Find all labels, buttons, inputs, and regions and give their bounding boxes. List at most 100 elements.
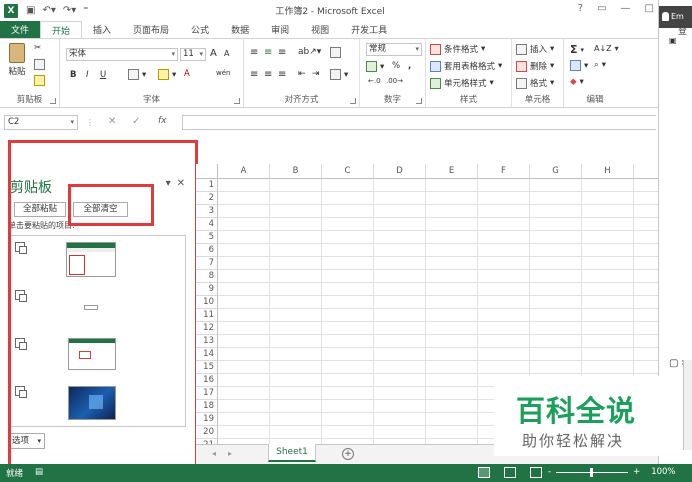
help-button[interactable]: ? xyxy=(578,3,583,14)
decrease-decimal-icon[interactable]: .00→ xyxy=(386,77,403,85)
row-header[interactable]: 7 xyxy=(196,257,218,270)
clear-button[interactable]: ◆ ▾ xyxy=(570,77,584,87)
increase-decimal-icon[interactable]: ←.0 xyxy=(368,77,381,85)
page-layout-view-icon[interactable] xyxy=(504,467,516,478)
tab-formulas[interactable]: 公式 xyxy=(180,21,220,38)
font-color-button[interactable]: A xyxy=(184,69,190,79)
cancel-icon[interactable]: ✕ xyxy=(108,116,116,127)
column-header[interactable]: A xyxy=(218,164,270,179)
conditional-format-button[interactable]: 条件格式 ▾ xyxy=(430,43,485,55)
row-header[interactable]: 13 xyxy=(196,335,218,348)
row-header[interactable]: 14 xyxy=(196,348,218,361)
sheet-prev-icon[interactable]: ◂ xyxy=(212,449,216,458)
column-header[interactable]: G xyxy=(530,164,582,179)
column-header[interactable]: F xyxy=(478,164,530,179)
row-header[interactable]: 12 xyxy=(196,322,218,335)
bold-button[interactable]: B xyxy=(70,70,76,80)
zoom-out-button[interactable]: - xyxy=(548,467,551,477)
decrease-indent-icon[interactable]: ⇤ xyxy=(298,69,306,79)
fill-color-icon[interactable]: ▾ xyxy=(158,69,176,80)
column-header[interactable]: D xyxy=(374,164,426,179)
format-cells-button[interactable]: 格式 ▾ xyxy=(516,77,554,89)
row-header[interactable]: 4 xyxy=(196,218,218,231)
row-header[interactable]: 5 xyxy=(196,231,218,244)
row-header[interactable]: 8 xyxy=(196,270,218,283)
underline-button[interactable]: U xyxy=(100,70,106,80)
column-header[interactable]: B xyxy=(270,164,322,179)
format-as-table-button[interactable]: 套用表格格式 ▾ xyxy=(430,60,502,72)
row-header[interactable]: 19 xyxy=(196,413,218,426)
row-header[interactable]: 1 xyxy=(196,179,218,192)
tab-insert[interactable]: 插入 xyxy=(82,21,122,38)
row-header[interactable]: 10 xyxy=(196,296,218,309)
maximize-button[interactable]: □ xyxy=(645,3,654,14)
number-format-combo[interactable]: 常规 xyxy=(366,43,422,56)
select-all-corner[interactable] xyxy=(196,164,218,179)
align-bottom-icon[interactable]: ≡ xyxy=(278,47,286,58)
tab-file[interactable]: 文件 xyxy=(0,21,40,38)
border-icon[interactable]: ▾ xyxy=(128,69,146,80)
row-header[interactable]: 17 xyxy=(196,387,218,400)
wrap-text-icon[interactable] xyxy=(330,47,341,58)
cut-icon[interactable]: ✂ xyxy=(34,43,41,53)
column-header[interactable]: H xyxy=(582,164,634,179)
page-break-view-icon[interactable] xyxy=(530,467,542,478)
minimize-button[interactable]: — xyxy=(621,3,631,14)
row-header[interactable]: 16 xyxy=(196,374,218,387)
zoom-in-button[interactable]: + xyxy=(633,467,640,477)
tab-home[interactable]: 开始 xyxy=(40,21,83,38)
cell-styles-button[interactable]: 单元格样式 ▾ xyxy=(430,77,494,89)
name-box[interactable]: C2 xyxy=(4,115,78,130)
zoom-slider[interactable] xyxy=(556,467,629,477)
italic-button[interactable]: I xyxy=(86,70,89,80)
enter-icon[interactable]: ✓ xyxy=(132,116,140,127)
row-header[interactable]: 15 xyxy=(196,361,218,374)
column-header[interactable]: E xyxy=(426,164,478,179)
column-header[interactable] xyxy=(634,164,658,179)
sheet-tab-sheet1[interactable]: Sheet1 xyxy=(268,444,316,462)
autosum-button[interactable]: Σ ▾ xyxy=(570,43,584,56)
zoom-slider-thumb[interactable] xyxy=(590,467,594,477)
row-header[interactable]: 2 xyxy=(196,192,218,205)
row-header[interactable]: 9 xyxy=(196,283,218,296)
comma-button[interactable]: , xyxy=(408,61,411,71)
sheet-next-icon[interactable]: ▸ xyxy=(228,449,232,458)
side-window-icon[interactable]: ▣ xyxy=(669,36,677,45)
login-link[interactable]: 登 xyxy=(678,24,692,37)
orientation-icon[interactable]: ab↗▾ xyxy=(298,47,321,57)
tab-review[interactable]: 审阅 xyxy=(260,21,300,38)
vertical-scrollbar[interactable] xyxy=(683,360,692,450)
macro-record-icon[interactable]: ▤ xyxy=(35,467,43,479)
phonetic-button[interactable]: wén xyxy=(216,69,230,77)
add-sheet-button[interactable]: + xyxy=(342,448,354,460)
fill-icon[interactable]: ▾ xyxy=(570,60,588,71)
shrink-font-button[interactable]: A xyxy=(224,49,229,58)
formula-input[interactable] xyxy=(182,115,656,130)
paste-button[interactable]: 粘贴 xyxy=(6,43,28,77)
row-header[interactable]: 3 xyxy=(196,205,218,218)
format-painter-icon[interactable] xyxy=(34,75,45,86)
ribbon-display-button[interactable]: ▭ xyxy=(597,3,606,14)
insert-function-icon[interactable]: fx xyxy=(158,116,167,126)
tab-data[interactable]: 数据 xyxy=(220,21,260,38)
row-header[interactable]: 20 xyxy=(196,426,218,439)
number-launcher-icon[interactable] xyxy=(416,98,422,104)
grow-font-button[interactable]: A xyxy=(210,48,217,59)
alignment-launcher-icon[interactable] xyxy=(350,98,356,104)
increase-indent-icon[interactable]: ⇥ xyxy=(312,69,320,79)
tab-view[interactable]: 视图 xyxy=(300,21,340,38)
align-left-icon[interactable]: ≡ xyxy=(250,69,258,80)
copy-icon[interactable] xyxy=(34,59,45,70)
delete-cells-button[interactable]: 删除 ▾ xyxy=(516,60,554,72)
insert-cells-button[interactable]: 插入 ▾ xyxy=(516,43,554,55)
tab-developer[interactable]: 开发工具 xyxy=(340,21,398,38)
column-header[interactable]: C xyxy=(322,164,374,179)
normal-view-icon[interactable] xyxy=(478,467,490,478)
align-center-icon[interactable]: ≡ xyxy=(264,69,272,80)
sort-filter-button[interactable]: A↓Z ▾ xyxy=(594,44,619,53)
font-name-combo[interactable]: 宋体 xyxy=(66,48,178,61)
clipboard-launcher-icon[interactable] xyxy=(50,98,56,104)
find-select-button[interactable]: ⌕ ▾ xyxy=(594,60,606,70)
align-right-icon[interactable]: ≡ xyxy=(278,69,286,80)
zoom-level[interactable]: 100% xyxy=(651,467,675,477)
